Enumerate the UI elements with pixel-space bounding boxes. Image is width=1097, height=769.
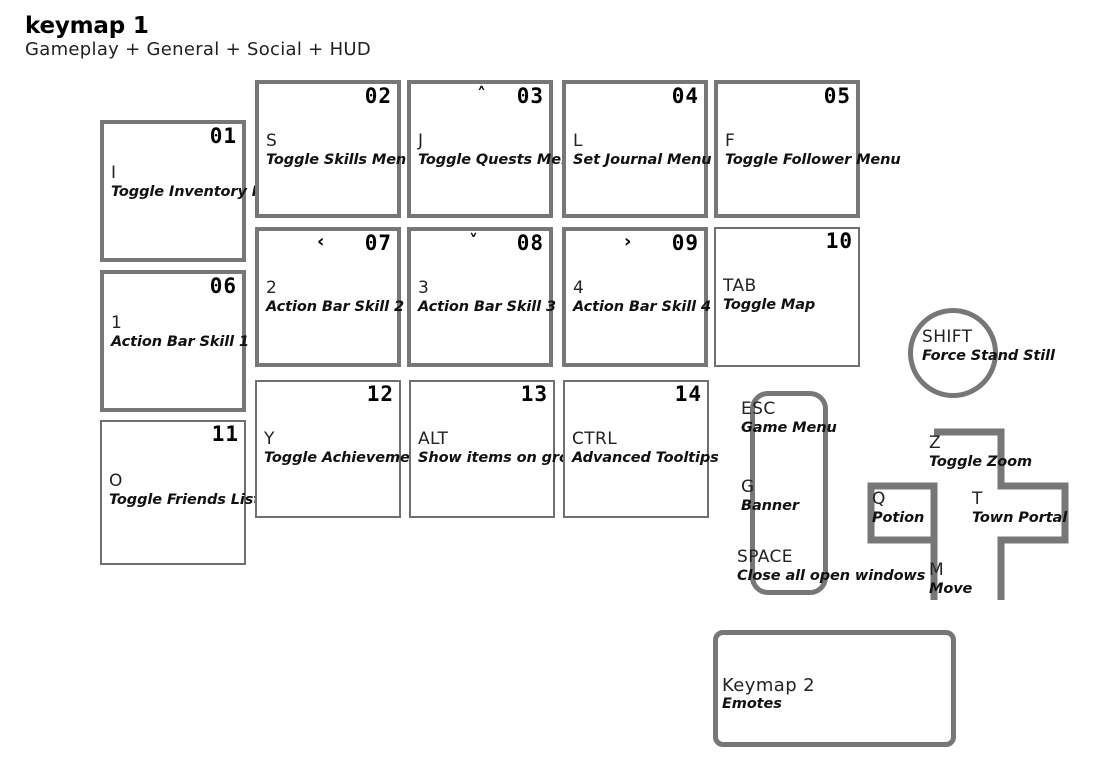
cross-keydesc: Town Portal <box>972 509 1068 526</box>
key-cap-label: S <box>266 131 278 151</box>
key-number-badge: 09 <box>671 231 699 255</box>
key-action-label: Action Bar Skill 2 <box>266 298 404 315</box>
key-text-block: 2 Action Bar Skill 2 <box>266 278 404 316</box>
key-cap-label: 1 <box>111 313 123 333</box>
key-card-13[interactable]: 13 ALT Show items on ground <box>409 380 600 518</box>
key-action-label: Toggle Friends List <box>109 491 261 508</box>
keymap-2-desc: Emotes <box>722 696 782 712</box>
pill-keycap: ESC <box>741 399 776 419</box>
key-text-block: 1 Action Bar Skill 1 <box>111 313 249 351</box>
key-action-label: Toggle Follower Menu <box>725 151 901 168</box>
key-number-badge: 10 <box>825 229 853 253</box>
cross-entry-z[interactable]: Z Toggle Zoom <box>929 433 1033 471</box>
key-text-block: 4 Action Bar Skill 4 <box>573 278 711 316</box>
key-cap-label: 4 <box>573 278 585 298</box>
key-number-badge: 06 <box>209 274 237 298</box>
key-action-label: Set Journal Menu <box>573 151 712 168</box>
cross-keydesc: Toggle Zoom <box>929 453 1033 470</box>
chevron-down-icon: ˅ <box>469 231 478 252</box>
key-card-08[interactable]: 08 ˅ 3 Action Bar Skill 3 <box>407 227 556 367</box>
key-number-badge: 11 <box>211 422 239 446</box>
pill-entry-g[interactable]: G Banner <box>741 477 799 515</box>
key-cap-label: O <box>109 471 123 491</box>
key-card-09[interactable]: 09 › 4 Action Bar Skill 4 <box>562 227 711 367</box>
key-cap-label: L <box>573 131 583 151</box>
key-action-label: Toggle Skills Menu <box>266 151 417 168</box>
key-cap-label: CTRL <box>572 429 618 449</box>
key-action-label: Toggle Quests Menu <box>418 151 582 168</box>
key-card-03[interactable]: 03 ˄ J Toggle Quests Menu <box>407 80 582 218</box>
chevron-up-icon: ˄ <box>477 84 486 105</box>
key-action-label: Action Bar Skill 3 <box>418 298 556 315</box>
key-number-badge: 13 <box>520 382 548 406</box>
key-card-05[interactable]: 05 F Toggle Follower Menu <box>714 80 901 218</box>
key-card-01[interactable]: 01 I Toggle Inventory Menu <box>100 120 296 262</box>
page-subtitle: Gameplay + General + Social + HUD <box>25 39 372 61</box>
key-text-block: 3 Action Bar Skill 3 <box>418 278 556 316</box>
key-action-label: Toggle Map <box>723 296 816 313</box>
key-cap-label: TAB <box>723 276 757 296</box>
key-card-02[interactable]: 02 S Toggle Skills Menu <box>255 80 416 218</box>
cross-keydesc: Potion <box>872 509 925 526</box>
key-card-11[interactable]: 11 O Toggle Friends List <box>100 420 260 565</box>
chevron-left-icon: ‹ <box>317 231 325 252</box>
circle-keycap: SHIFT <box>922 327 973 347</box>
page-title: keymap 1 <box>25 13 149 39</box>
key-cap-label: 2 <box>266 278 278 298</box>
key-number-badge: 08 <box>516 231 544 255</box>
key-action-label: Advanced Tooltips <box>572 449 719 466</box>
key-number-badge: 05 <box>823 84 851 108</box>
pill-keycap: G <box>741 477 755 497</box>
cross-keydesc: Move <box>929 580 973 597</box>
cross-entry-t[interactable]: T Town Portal <box>972 489 1068 527</box>
keymap-diagram: keymap 1 Gameplay + General + Social + H… <box>0 0 1097 769</box>
key-cap-label: J <box>418 131 424 151</box>
pill-keydesc: Banner <box>741 497 799 514</box>
key-text-block: F Toggle Follower Menu <box>725 131 901 169</box>
key-card-06[interactable]: 06 1 Action Bar Skill 1 <box>100 270 249 412</box>
cross-keycap: T <box>972 489 983 509</box>
circle-entry-shift[interactable]: SHIFT Force Stand Still <box>922 327 1055 365</box>
key-text-block: O Toggle Friends List <box>109 471 261 509</box>
chevron-right-icon: › <box>624 231 632 252</box>
key-number-badge: 02 <box>364 84 392 108</box>
key-text-block: J Toggle Quests Menu <box>418 131 582 169</box>
key-card-07[interactable]: 07 ‹ 2 Action Bar Skill 2 <box>255 227 404 367</box>
cross-entry-m[interactable]: M Move <box>929 560 973 598</box>
key-cap-label: 3 <box>418 278 430 298</box>
pill-entry-esc[interactable]: ESC Game Menu <box>741 399 837 437</box>
cross-keycap: M <box>929 560 945 580</box>
key-card-14[interactable]: 14 CTRL Advanced Tooltips <box>563 380 719 518</box>
key-action-label: Action Bar Skill 1 <box>111 333 249 350</box>
key-action-label: Action Bar Skill 4 <box>573 298 711 315</box>
cross-keycap: Z <box>929 433 942 453</box>
key-card-10[interactable]: 10 TAB Toggle Map <box>714 227 860 367</box>
key-text-block: TAB Toggle Map <box>723 276 816 314</box>
header: keymap 1 Gameplay + General + Social + H… <box>25 14 371 61</box>
key-cap-label: F <box>725 131 736 151</box>
key-number-badge: 03 <box>516 84 544 108</box>
movement-cross-group[interactable]: Z Toggle Zoom Q Potion T Town Portal M M… <box>866 428 1071 603</box>
pill-keydesc: Game Menu <box>741 419 837 436</box>
key-number-badge: 12 <box>366 382 394 406</box>
key-number-badge: 04 <box>671 84 699 108</box>
circle-keydesc: Force Stand Still <box>922 347 1055 364</box>
key-card-12[interactable]: 12 Y Toggle Achievements <box>255 380 435 518</box>
cross-entry-q[interactable]: Q Potion <box>872 489 925 527</box>
keymap-2-entry[interactable]: Keymap 2 Emotes <box>722 675 815 713</box>
key-text-block: L Set Journal Menu <box>573 131 712 169</box>
cross-keycap: Q <box>872 489 886 509</box>
key-card-04[interactable]: 04 L Set Journal Menu <box>562 80 712 218</box>
keymap-2-label: Keymap 2 <box>722 675 815 696</box>
key-number-badge: 07 <box>364 231 392 255</box>
key-text-block: S Toggle Skills Menu <box>266 131 417 169</box>
key-number-badge: 14 <box>674 382 702 406</box>
key-number-badge: 01 <box>209 124 237 148</box>
key-text-block: CTRL Advanced Tooltips <box>572 429 719 467</box>
